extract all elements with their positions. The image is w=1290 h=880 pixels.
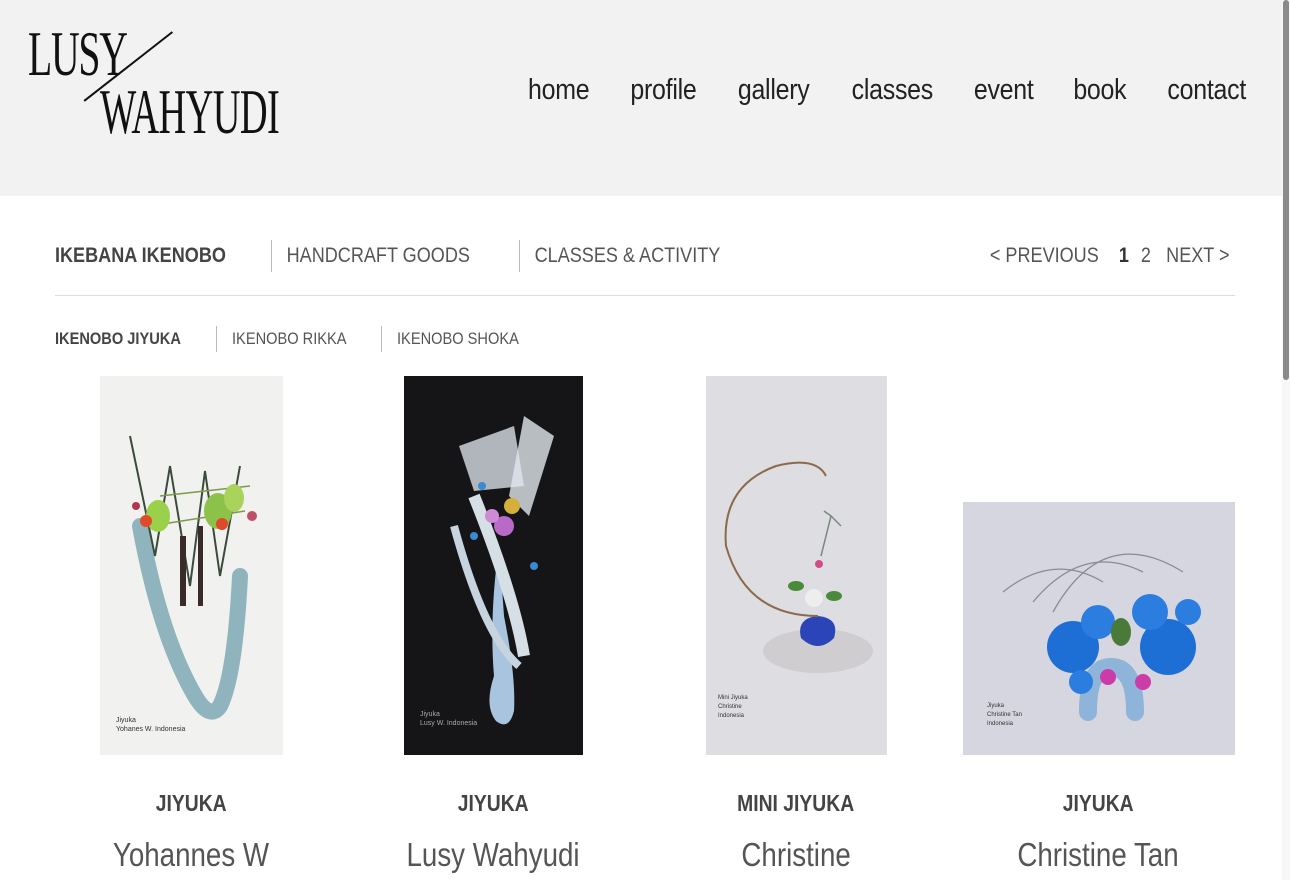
scrollbar-thumb[interactable]: [1283, 0, 1289, 380]
pagination: < PREVIOUS 1 2 NEXT >: [981, 244, 1235, 268]
photo-caption-line: Mini Jiyuka: [718, 695, 748, 701]
photo-caption-line: Indonesia: [718, 713, 745, 719]
nav-contact[interactable]: contact: [1167, 74, 1246, 107]
site-logo[interactable]: LUSY WAHYUDI: [28, 22, 280, 162]
pagination-next[interactable]: NEXT >: [1166, 244, 1229, 268]
photo-caption-line: Yohanes W. Indonesia: [116, 726, 186, 733]
gallery-photo-1[interactable]: Jiyuka Yohanes W. Indonesia: [100, 376, 283, 755]
pagination-page-2[interactable]: 2: [1140, 244, 1150, 268]
tab-ikebana-ikenobo[interactable]: IKEBANA IKENOBO: [55, 240, 241, 272]
photo-caption-line: Lusy W. Indonesia: [420, 720, 478, 727]
tab-handcraft-goods[interactable]: HANDCRAFT GOODS: [272, 240, 485, 272]
item-artist[interactable]: Yohannes W: [41, 836, 341, 874]
item-type: JIYUKA: [343, 790, 643, 817]
item-type-label: JIYUKA: [155, 790, 227, 816]
photo-caption-line: Indonesia: [987, 721, 1014, 727]
arrangement-illustration-2: [450, 416, 554, 725]
item-type-label: JIYUKA: [457, 790, 529, 816]
gallery-photo-2[interactable]: Jiyuka Lusy W. Indonesia: [404, 376, 583, 755]
logo-line-2: WAHYUDI: [100, 76, 280, 147]
nav-event[interactable]: event: [974, 74, 1034, 107]
nav-classes[interactable]: classes: [851, 74, 933, 107]
item-artist-label: Yohannes W: [112, 836, 270, 873]
subcategory-tabs: IKENOBO JIYUKA IKENOBO RIKKA IKENOBO SHO…: [55, 326, 553, 352]
item-artist-label: Christine Tan: [1017, 836, 1179, 873]
item-artist[interactable]: Christine Tan: [948, 836, 1248, 874]
site-header: LUSY WAHYUDI home profile gallery classe…: [0, 0, 1282, 196]
item-artist-label: Lusy Wahyudi: [406, 836, 580, 873]
nav-book[interactable]: book: [1073, 74, 1126, 107]
nav-profile[interactable]: profile: [630, 74, 696, 107]
item-type: JIYUKA: [948, 790, 1248, 817]
photo-caption-line: Christine Tan: [987, 712, 1022, 718]
section-divider: [55, 295, 1235, 296]
item-type-label: MINI JIYUKA: [737, 790, 855, 816]
item-artist[interactable]: Lusy Wahyudi: [343, 836, 643, 874]
photo-caption-4: Jiyuka Christine Tan Indonesia: [987, 702, 1022, 729]
subtab-ikenobo-shoka[interactable]: IKENOBO SHOKA: [382, 326, 554, 352]
photo-caption-line: Jiyuka: [420, 711, 440, 718]
subtab-ikenobo-rikka[interactable]: IKENOBO RIKKA: [217, 326, 380, 352]
photo-caption-1: Jiyuka Yohanes W. Indonesia: [116, 716, 185, 734]
tab-classes-activity[interactable]: CLASSES & ACTIVITY: [520, 240, 735, 272]
item-type-label: JIYUKA: [1062, 790, 1134, 816]
gallery-photo-4[interactable]: Jiyuka Christine Tan Indonesia: [963, 502, 1235, 755]
item-artist-label: Christine: [741, 836, 851, 873]
pagination-previous[interactable]: < PREVIOUS: [990, 244, 1099, 268]
main-nav: home profile gallery classes event book …: [523, 74, 1252, 107]
item-type: JIYUKA: [41, 790, 341, 817]
pagination-page-1[interactable]: 1: [1119, 244, 1129, 268]
gallery-photo-3[interactable]: Mini Jiyuka Christine Indonesia: [706, 376, 887, 755]
photo-caption-line: Christine: [718, 704, 742, 710]
nav-gallery[interactable]: gallery: [737, 74, 809, 107]
subtab-label: IKENOBO SHOKA: [396, 329, 519, 348]
subtab-label: IKENOBO RIKKA: [232, 329, 347, 348]
category-tabs: IKEBANA IKENOBO HANDCRAFT GOODS CLASSES …: [55, 240, 770, 272]
photo-caption-line: Jiyuka: [987, 703, 1005, 709]
photo-caption-2: Jiyuka Lusy W. Indonesia: [420, 710, 477, 728]
nav-home[interactable]: home: [528, 74, 590, 107]
scrollbar-track[interactable]: [1282, 0, 1290, 880]
photo-caption-3: Mini Jiyuka Christine Indonesia: [718, 694, 748, 721]
subtab-ikenobo-jiyuka[interactable]: IKENOBO JIYUKA: [55, 326, 216, 352]
subtab-label: IKENOBO JIYUKA: [55, 329, 181, 348]
arrangement-illustration-1: [129, 435, 257, 720]
photo-caption-line: Jiyuka: [116, 717, 136, 724]
item-type: MINI JIYUKA: [646, 790, 946, 817]
item-artist[interactable]: Christine: [646, 836, 946, 874]
